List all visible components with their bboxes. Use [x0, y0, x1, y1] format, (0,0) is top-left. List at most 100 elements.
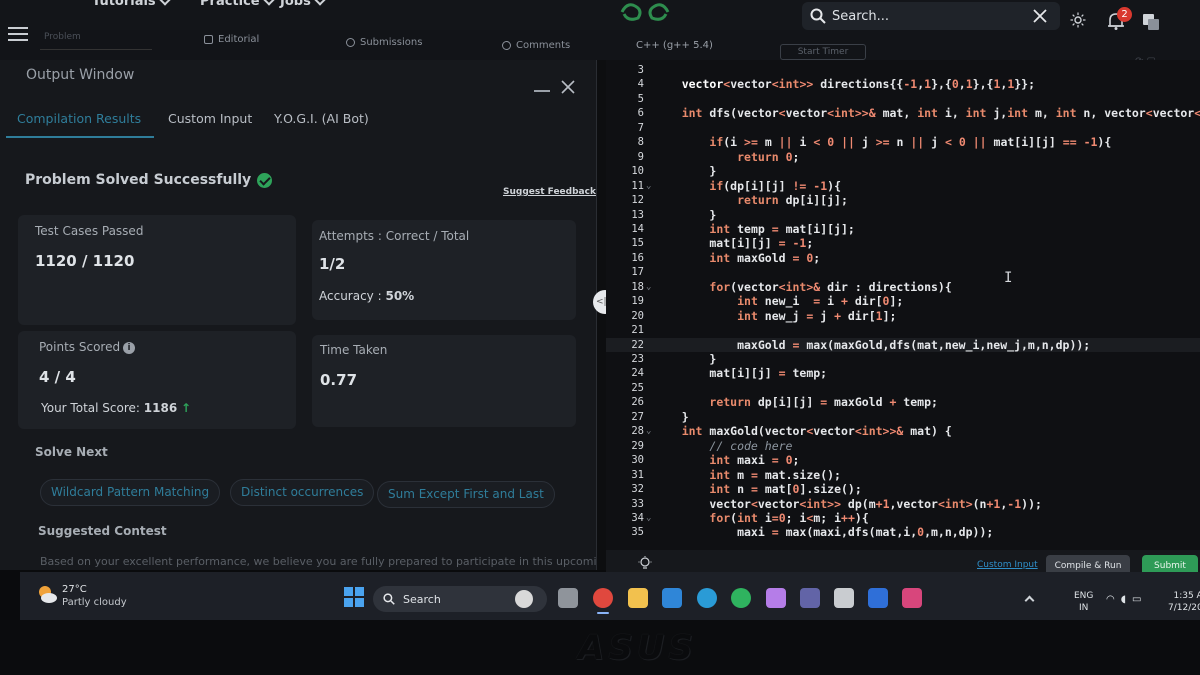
- start-timer-button[interactable]: Start Timer: [780, 44, 866, 60]
- code-line[interactable]: 23 }: [606, 352, 1200, 366]
- tab-comments[interactable]: Comments: [502, 40, 570, 51]
- fold-chevron-icon[interactable]: ⌄: [646, 280, 651, 294]
- vscode-icon[interactable]: [662, 588, 682, 608]
- code-line[interactable]: 9 return 0;: [606, 150, 1200, 164]
- info-icon[interactable]: i: [123, 341, 136, 354]
- tab-editorial[interactable]: Editorial: [204, 34, 259, 45]
- code-line[interactable]: 12 return dp[i][j];: [606, 193, 1200, 207]
- comment-icon: [502, 41, 511, 50]
- code-text: int n = mat[0].size();: [709, 482, 862, 497]
- code-line[interactable]: 16 int maxGold = 0;: [606, 251, 1200, 265]
- wifi-icon[interactable]: ◠: [1106, 594, 1115, 605]
- check-circle-icon: [257, 172, 273, 188]
- tab-custom-input[interactable]: Custom Input: [168, 111, 252, 126]
- code-line[interactable]: 29 // code here: [606, 439, 1200, 453]
- code-line[interactable]: 14 int temp = mat[i][j];: [606, 222, 1200, 236]
- battery-icon[interactable]: ▭: [1132, 594, 1141, 605]
- solve-next-sum-except[interactable]: Sum Except First and Last: [377, 481, 555, 508]
- nav-menu-practice[interactable]: Practice: [200, 0, 275, 9]
- teams-icon[interactable]: [800, 588, 820, 608]
- output-window-title: Output Window: [26, 67, 135, 83]
- code-text: if(dp[i][j] != -1){: [709, 178, 842, 193]
- arrow-up-icon: ↑: [181, 401, 192, 415]
- code-line[interactable]: 32 int n = mat[0].size();: [606, 482, 1200, 496]
- fold-chevron-icon[interactable]: ⌄: [646, 511, 651, 525]
- geeksforgeeks-logo[interactable]: [618, 0, 672, 22]
- code-line[interactable]: 15 mat[i][j] = -1;: [606, 236, 1200, 250]
- windows-start-icon[interactable]: [344, 587, 364, 607]
- asus-logo: ASUS: [578, 628, 697, 668]
- store-icon[interactable]: [834, 588, 854, 608]
- menu-hamburger-icon[interactable]: [8, 27, 28, 43]
- code-line[interactable]: 26 return dp[i][j] = maxGold + temp;: [606, 395, 1200, 409]
- line-number: 4: [637, 78, 644, 91]
- time-card: Time Taken 0.77: [312, 335, 576, 427]
- instagram-icon[interactable]: [902, 588, 922, 608]
- solve-next-wildcard[interactable]: Wildcard Pattern Matching: [40, 479, 221, 506]
- active-tab-indicator: [6, 136, 154, 138]
- code-line[interactable]: 4 vector<vector<int>> directions{{-1,1},…: [606, 77, 1200, 91]
- suggest-feedback-link[interactable]: Suggest Feedback: [503, 187, 596, 197]
- code-line[interactable]: 22 maxGold = max(maxGold,dfs(mat,new_i,n…: [606, 337, 1200, 352]
- language-indicator[interactable]: ENG IN: [1074, 590, 1093, 614]
- nav-menu-tutorials[interactable]: Tutorials: [92, 0, 171, 9]
- code-line[interactable]: 11 ⌄ if(dp[i][j] != -1){: [606, 179, 1200, 193]
- search-highlight-icon[interactable]: [515, 590, 533, 608]
- tab-yogi-ai-bot[interactable]: Y.O.G.I. (AI Bot): [274, 111, 369, 126]
- system-tray[interactable]: ◠ ◖ ▭: [1106, 594, 1141, 605]
- code-line[interactable]: 24 mat[i][j] = temp;: [606, 366, 1200, 380]
- code-line[interactable]: 5: [606, 92, 1200, 106]
- nav-menu-jobs[interactable]: Jobs: [280, 0, 326, 9]
- minimize-icon[interactable]: [534, 90, 550, 92]
- code-line[interactable]: 10 }: [606, 164, 1200, 178]
- taskbar-clock[interactable]: 1:35 A 7/12/20: [1168, 590, 1200, 614]
- volume-icon[interactable]: ◖: [1121, 594, 1126, 605]
- code-line[interactable]: 31 int m = mat.size();: [606, 468, 1200, 482]
- code-line[interactable]: 35 maxi = max(maxi,dfs(mat,i,0,m,n,dp));: [606, 525, 1200, 539]
- code-line[interactable]: 28 ⌄ int maxGold(vector<vector<int>>& mat…: [606, 424, 1200, 438]
- weather-partly-cloudy-icon[interactable]: [36, 583, 58, 605]
- test-cases-label: Test Cases Passed: [35, 224, 144, 238]
- lightbulb-icon[interactable]: [638, 556, 652, 570]
- file-explorer-icon[interactable]: [628, 588, 648, 608]
- code-line[interactable]: 21: [606, 323, 1200, 337]
- translate-icon[interactable]: [1142, 13, 1160, 31]
- code-line[interactable]: 25: [606, 381, 1200, 395]
- code-line[interactable]: 7: [606, 121, 1200, 135]
- code-line[interactable]: 18 ⌄ for(vector<int>& dir : directions){: [606, 280, 1200, 294]
- app-icon[interactable]: [868, 588, 888, 608]
- code-line[interactable]: 3: [606, 63, 1200, 77]
- problem-field[interactable]: Problem: [40, 28, 152, 50]
- tab-compilation-results[interactable]: Compilation Results: [17, 111, 141, 126]
- close-icon[interactable]: [561, 80, 575, 94]
- solve-next-distinct[interactable]: Distinct occurrences: [230, 479, 375, 506]
- chrome-icon[interactable]: [593, 588, 613, 614]
- edge-icon[interactable]: [697, 588, 717, 608]
- code-line[interactable]: 19 int new_i = i + dir[0];: [606, 294, 1200, 308]
- search-input[interactable]: [832, 8, 1032, 24]
- site-search[interactable]: [802, 2, 1060, 30]
- code-line[interactable]: 17: [606, 265, 1200, 279]
- code-line[interactable]: 33 vector<vector<int>> dp(m+1,vector<int…: [606, 497, 1200, 511]
- close-search-icon[interactable]: [1032, 8, 1048, 24]
- tab-submissions[interactable]: Submissions: [346, 37, 422, 48]
- task-view-icon[interactable]: [558, 588, 578, 608]
- code-line[interactable]: 13 }: [606, 208, 1200, 222]
- code-text: int maxGold = 0;: [709, 250, 821, 265]
- line-number: 18: [631, 280, 644, 293]
- whatsapp-icon[interactable]: [731, 588, 751, 608]
- code-line[interactable]: 6 int dfs(vector<vector<int>>& mat, int …: [606, 106, 1200, 120]
- custom-input-link[interactable]: Custom Input: [977, 560, 1038, 570]
- code-line[interactable]: 8 if(i >= m || i < 0 || j >= n || j < 0 …: [606, 135, 1200, 149]
- copilot-icon[interactable]: [766, 588, 786, 608]
- theme-toggle-icon[interactable]: [1070, 12, 1086, 28]
- code-line[interactable]: 30 int maxi = 0;: [606, 453, 1200, 467]
- code-line[interactable]: 34 ⌄ for(int i=0; i<m; i++){: [606, 511, 1200, 525]
- code-line[interactable]: 27 }: [606, 410, 1200, 424]
- language-select[interactable]: C++ (g++ 5.4): [636, 40, 713, 51]
- panel-divider[interactable]: [596, 60, 606, 570]
- code-editor[interactable]: 34 vector<vector<int>> directions{{-1,1}…: [606, 60, 1200, 550]
- fold-chevron-icon[interactable]: ⌄: [646, 179, 651, 193]
- fold-chevron-icon[interactable]: ⌄: [646, 424, 651, 438]
- code-line[interactable]: 20 int new_j = j + dir[1];: [606, 309, 1200, 323]
